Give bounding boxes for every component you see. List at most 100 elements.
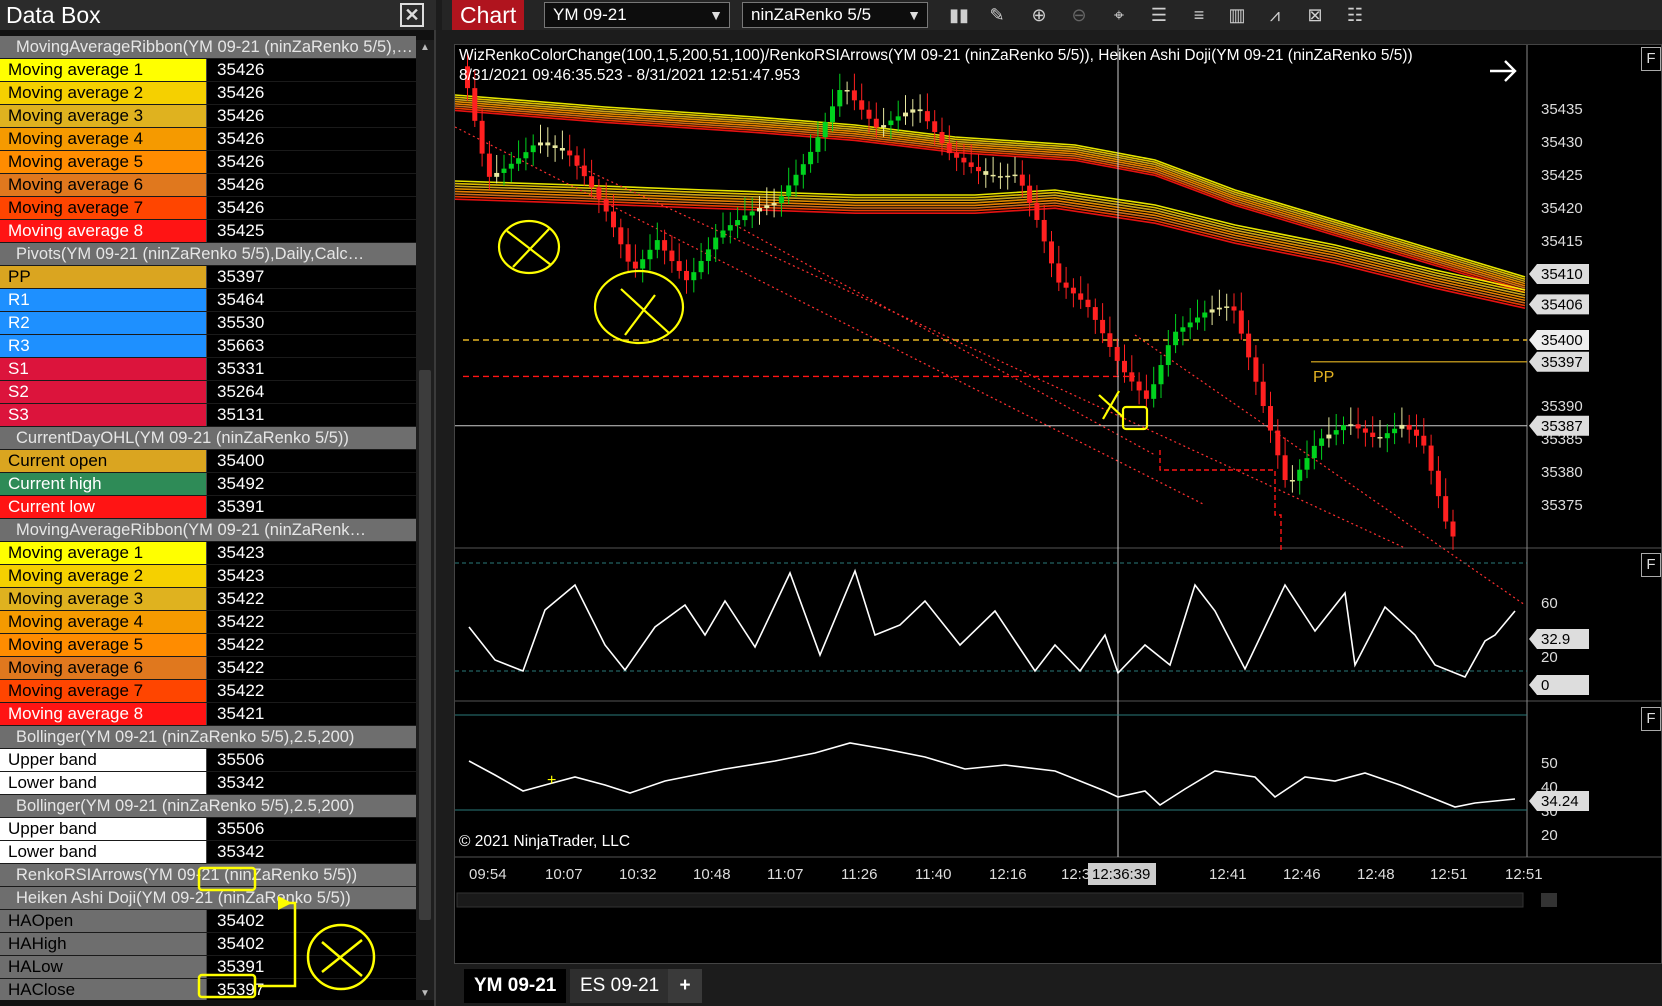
- data-row: Moving average 5 35426: [0, 151, 416, 174]
- scroll-down-icon[interactable]: ▼: [419, 988, 431, 999]
- panel-f-button[interactable]: F: [1641, 47, 1661, 71]
- candle-body: [727, 225, 733, 231]
- candle-body: [1282, 455, 1288, 481]
- time-tick-label: 11:07: [767, 866, 803, 883]
- chevron-down-icon: ▼: [709, 7, 723, 23]
- instrument-selector[interactable]: YM 09-21 ▼: [544, 2, 730, 28]
- candle-body: [822, 122, 828, 138]
- candle-body: [1100, 319, 1106, 334]
- row-value: 35426: [206, 105, 416, 127]
- candle-body: [859, 100, 865, 110]
- row-value: 35397: [206, 979, 416, 1000]
- templates-icon[interactable]: ☷: [1344, 4, 1366, 26]
- add-tab-button[interactable]: +: [668, 969, 702, 1003]
- price-tick-label: 35375: [1541, 497, 1583, 514]
- row-label: R3: [0, 335, 206, 357]
- price-tick-label: 35420: [1541, 200, 1583, 217]
- data-box-rows: MovingAverageRibbon(YM 09-21 (ninZaRenko…: [0, 36, 416, 1000]
- candle-body: [924, 111, 930, 122]
- price-tick-label: 35390: [1541, 398, 1583, 415]
- candle-body: [1114, 346, 1120, 361]
- crosshair-icon[interactable]: ⌖: [1108, 4, 1130, 26]
- candle-body: [501, 168, 507, 173]
- tab-ym-09-21[interactable]: YM 09-21: [464, 969, 567, 1003]
- scroll-up-icon[interactable]: ▲: [419, 42, 431, 53]
- candle-body: [903, 112, 908, 117]
- panel-f-button[interactable]: F: [1641, 707, 1661, 731]
- candle-body: [895, 116, 901, 121]
- candle-body: [508, 163, 514, 169]
- candle-body: [1435, 470, 1441, 497]
- candle-body: [1107, 333, 1113, 347]
- right-arrow-icon: [1490, 60, 1517, 82]
- osc-tick-label: 30: [1541, 803, 1558, 820]
- indicators-icon[interactable]: ▥: [1226, 4, 1248, 26]
- price-tick-label: 35380: [1541, 464, 1583, 481]
- row-label: Upper band: [0, 818, 206, 840]
- candle-body: [1238, 310, 1244, 334]
- candle-body: [1012, 174, 1018, 177]
- data-box-scrollbar[interactable]: ▲ ▼: [416, 40, 434, 1000]
- data-row: Moving average 5 35422: [0, 634, 416, 657]
- candle-body: [815, 137, 821, 152]
- candle-body: [625, 244, 631, 262]
- row-label: Moving average 7: [0, 680, 206, 702]
- candle-body: [494, 172, 500, 177]
- annot-x: [506, 228, 552, 268]
- data-row: Moving average 2 35426: [0, 82, 416, 105]
- candle-body: [786, 185, 792, 197]
- chart-canvas[interactable]: PP + 35435 35430 35425 35420 35415 35410 35406…: [455, 45, 1662, 965]
- properties-icon[interactable]: ≡: [1188, 4, 1210, 26]
- time-tick-label: 11:26: [841, 866, 877, 883]
- data-row: PP 35397: [0, 266, 416, 289]
- candle-body: [1202, 312, 1208, 318]
- drawing-objects-icon[interactable]: ⊠: [1304, 4, 1326, 26]
- candle-body: [479, 120, 485, 154]
- candle-body: [749, 211, 755, 216]
- candle-body: [559, 148, 565, 151]
- draw-pencil-icon[interactable]: ✎: [986, 4, 1008, 26]
- candle-body: [1151, 384, 1157, 399]
- data-row: Moving average 1 35423: [0, 542, 416, 565]
- candle-body: [917, 109, 923, 112]
- candle-body: [1355, 424, 1361, 429]
- data-box-icon[interactable]: ☰: [1148, 4, 1170, 26]
- row-label: HAHigh: [0, 933, 206, 955]
- candle-body: [1034, 202, 1040, 220]
- chart-title: Chart: [452, 0, 525, 30]
- candle-body: [720, 230, 726, 238]
- candle-body: [1070, 287, 1076, 294]
- data-row: Lower band 35342: [0, 841, 416, 864]
- bar-type-icon[interactable]: ▮▮: [948, 4, 970, 26]
- row-label: Moving average 1: [0, 542, 206, 564]
- candle-body: [523, 152, 529, 159]
- candle-body: [618, 227, 624, 245]
- data-row: R1 35464: [0, 289, 416, 312]
- chart-window: Chart YM 09-21 ▼ ninZaRenko 5/5 ▼ ▮▮ ✎ ⊕…: [442, 0, 1662, 1006]
- time-tick-label: 12:51: [1430, 866, 1468, 883]
- scroll-thumb[interactable]: [419, 370, 431, 920]
- candle-body: [1348, 424, 1354, 426]
- candle-body: [1085, 299, 1091, 308]
- candle-body: [1333, 430, 1339, 435]
- instrument-value: YM 09-21: [553, 5, 627, 24]
- close-icon[interactable]: ✕: [400, 3, 424, 27]
- strategies-icon[interactable]: ⩘: [1264, 4, 1286, 26]
- candle-body: [684, 270, 689, 281]
- chart-panel[interactable]: PP + 35435 35430 35425 35420 35415 35410 35406…: [454, 44, 1662, 964]
- time-tick-label: 10:07: [545, 866, 583, 883]
- candle-body: [669, 250, 675, 262]
- candle-body: [1260, 381, 1266, 407]
- candle-body: [1304, 458, 1310, 470]
- candle-body: [983, 171, 989, 175]
- zoom-out-icon[interactable]: ⊖: [1068, 4, 1090, 26]
- zoom-in-icon[interactable]: ⊕: [1028, 4, 1050, 26]
- panel-f-button[interactable]: F: [1641, 553, 1661, 577]
- candle-body: [1428, 445, 1434, 471]
- data-row: HAClose 35397: [0, 979, 416, 1000]
- row-label: Moving average 1: [0, 59, 206, 81]
- candle-body: [1392, 428, 1398, 434]
- bar-type-selector[interactable]: ninZaRenko 5/5 ▼: [742, 2, 928, 28]
- row-value: 35530: [206, 312, 416, 334]
- tab-es-09-21[interactable]: ES 09-21: [570, 969, 670, 1003]
